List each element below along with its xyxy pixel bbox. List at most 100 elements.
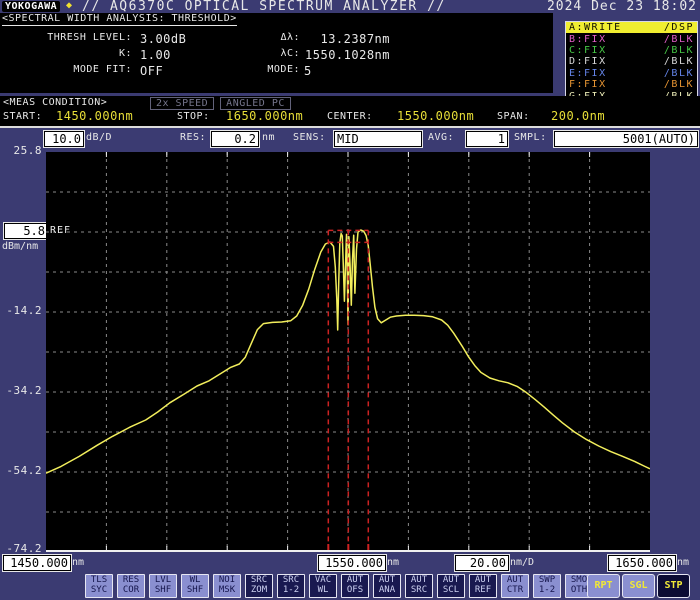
center-value[interactable]: 1550.000nm (397, 109, 474, 123)
x-center-field[interactable]: 1550.000 (318, 555, 386, 571)
softkey-noi-msk[interactable]: NOI MSK (213, 574, 241, 598)
sens-field[interactable]: MID (334, 131, 422, 147)
res-label: RES: (180, 132, 207, 143)
softkey-line1: SWP (538, 575, 556, 585)
sens-label: SENS: (293, 132, 326, 143)
meas-condition-block: <MEAS CONDITION> 2x SPEED ANGLED PC STAR… (0, 96, 700, 128)
res-unit: nm (262, 132, 276, 143)
softkey-toolbar: TLS SYC RES COR LVL SHF WL SHF NOI MSK SRC ZOM SRC 1-… (85, 574, 593, 598)
mode-fit-value: OFF (140, 64, 164, 78)
trace-name: C:FIX (569, 45, 607, 57)
softkey-swp-1-2[interactable]: SWP 1-2 (533, 574, 561, 598)
softkey-line2: SRC (410, 585, 428, 595)
x-start-field[interactable]: 1450.000 (3, 555, 71, 571)
softkey-line2: CTR (506, 585, 524, 595)
trace-name: F:FIX (569, 79, 607, 91)
smpl-field[interactable]: 5001(AUTO) (554, 131, 698, 147)
stop-value[interactable]: 1650.000nm (226, 109, 303, 123)
yokogawa-logo: YOKOGAWA (2, 1, 61, 12)
softkey-res-cor[interactable]: RES COR (117, 574, 145, 598)
softkey-aut-ref[interactable]: AUT REF (469, 574, 497, 598)
meas-condition-header: <MEAS CONDITION> (3, 97, 108, 108)
softkey-line2: SCL (442, 585, 460, 595)
mode-count-label: MODE: (267, 64, 300, 75)
trace-row-b[interactable]: B:FIX/BLK (566, 33, 697, 45)
k-label: K: (118, 48, 132, 59)
mode-count-value: 5 (304, 64, 312, 78)
res-field[interactable]: 0.2 (211, 131, 259, 147)
trace-legend-panel: A:WRITE/DSP B:FIX/BLK C:FIX/BLK D:FIX/BLK E:… (565, 21, 698, 103)
softkey-line1: AUT (410, 575, 428, 585)
softkey-aut-ctr[interactable]: AUT CTR (501, 574, 529, 598)
thresh-level-value: 3.00dB (140, 32, 187, 46)
softkey-line2: WL (317, 585, 329, 595)
stop-label: STOP: (177, 111, 210, 122)
span-label: SPAN: (497, 111, 530, 122)
softkey-line1: SRC (282, 575, 300, 585)
trace-row-c[interactable]: C:FIX/BLK (566, 45, 697, 56)
x-start-unit: nm (72, 557, 85, 568)
badge-2x-speed: 2x SPEED (150, 97, 215, 110)
softkey-lvl-shf[interactable]: LVL SHF (149, 574, 177, 598)
softkey-wl-shf[interactable]: WL SHF (181, 574, 209, 598)
x-center-unit: nm (387, 557, 400, 568)
softkey-tls-syc[interactable]: TLS SYC (85, 574, 113, 598)
softkey-line2: 1-2 (282, 585, 300, 595)
lambda-c-value: 1550.1028nm (305, 48, 390, 62)
softkey-line1: VAC (314, 575, 332, 585)
trace-row-f[interactable]: F:FIX/BLK (566, 79, 697, 90)
stop-sweep-button[interactable]: STP (657, 574, 690, 598)
mode-fit-label: MODE FIT: (73, 64, 132, 75)
y-axis-label: -34.2 (6, 384, 42, 397)
delta-lambda-value: 13.2387nm (320, 32, 390, 46)
single-sweep-button[interactable]: SGL (622, 574, 655, 598)
trace-name: A:WRITE (569, 22, 622, 34)
softkey-aut-scl[interactable]: AUT SCL (437, 574, 465, 598)
x-div-field[interactable]: 20.00 (455, 555, 509, 571)
ref-level-unit: dBm/nm (2, 241, 39, 252)
trace-row-e[interactable]: E:FIX/BLK (566, 68, 697, 79)
trace-mode: /BLK (663, 56, 694, 68)
softkey-aut-ana[interactable]: AUT ANA (373, 574, 401, 598)
analysis-block: <SPECTRAL WIDTH ANALYSIS: THRESHOLD> THR… (0, 13, 553, 93)
level-scale-unit: dB/D (86, 132, 113, 143)
repeat-sweep-button[interactable]: RPT (587, 574, 620, 598)
avg-field[interactable]: 1 (466, 131, 508, 147)
softkey-src-zom[interactable]: SRC ZOM (245, 574, 273, 598)
trace-mode: /BLK (663, 33, 694, 45)
datetime: 2024 Dec 23 18:02 (546, 0, 697, 14)
softkey-line2: REF (474, 585, 492, 595)
level-scale-field[interactable]: 10.0 (44, 131, 84, 147)
softkey-line1: TLS (90, 575, 108, 585)
softkey-src-1-2[interactable]: SRC 1-2 (277, 574, 305, 598)
start-value[interactable]: 1450.000nm (56, 109, 133, 123)
softkey-line2: MSK (218, 585, 236, 595)
softkey-line1: AUT (346, 575, 364, 585)
y-axis-label: -74.2 (6, 542, 42, 555)
spectrum-plot-canvas (46, 152, 650, 552)
softkey-vac-wl[interactable]: VAC WL (309, 574, 337, 598)
softkey-aut-src[interactable]: AUT SRC (405, 574, 433, 598)
trace-name: B:FIX (569, 33, 607, 45)
k-value: 1.00 (140, 48, 171, 62)
app-title: // AQ6370C OPTICAL SPECTRUM ANALYZER // (82, 0, 446, 14)
x-stop-unit: nm (677, 557, 690, 568)
softkey-line1: AUT (474, 575, 492, 585)
trace-row-d[interactable]: D:FIX/BLK (566, 56, 697, 67)
delta-lambda-label: Δλ: (280, 32, 300, 43)
softkey-line1: LVL (154, 575, 172, 585)
trace-mode: /DSP (663, 22, 694, 34)
start-label: START: (3, 111, 43, 122)
analysis-header: <SPECTRAL WIDTH ANALYSIS: THRESHOLD> (2, 13, 237, 26)
softkey-aut-ofs[interactable]: AUT OFS (341, 574, 369, 598)
softkey-line1: AUT (378, 575, 396, 585)
span-value[interactable]: 200.0nm (551, 109, 605, 123)
trace-row-a[interactable]: A:WRITE/DSP (566, 22, 697, 34)
x-stop-field[interactable]: 1650.000 (608, 555, 676, 571)
softkey-line2: ANA (378, 585, 396, 595)
center-label: CENTER: (327, 111, 373, 122)
softkey-line2: 1-2 (538, 585, 556, 595)
softkey-line1: AUT (442, 575, 460, 585)
spectrum-plot-area (46, 152, 650, 552)
ref-level-field[interactable]: 5.8 (4, 223, 48, 239)
